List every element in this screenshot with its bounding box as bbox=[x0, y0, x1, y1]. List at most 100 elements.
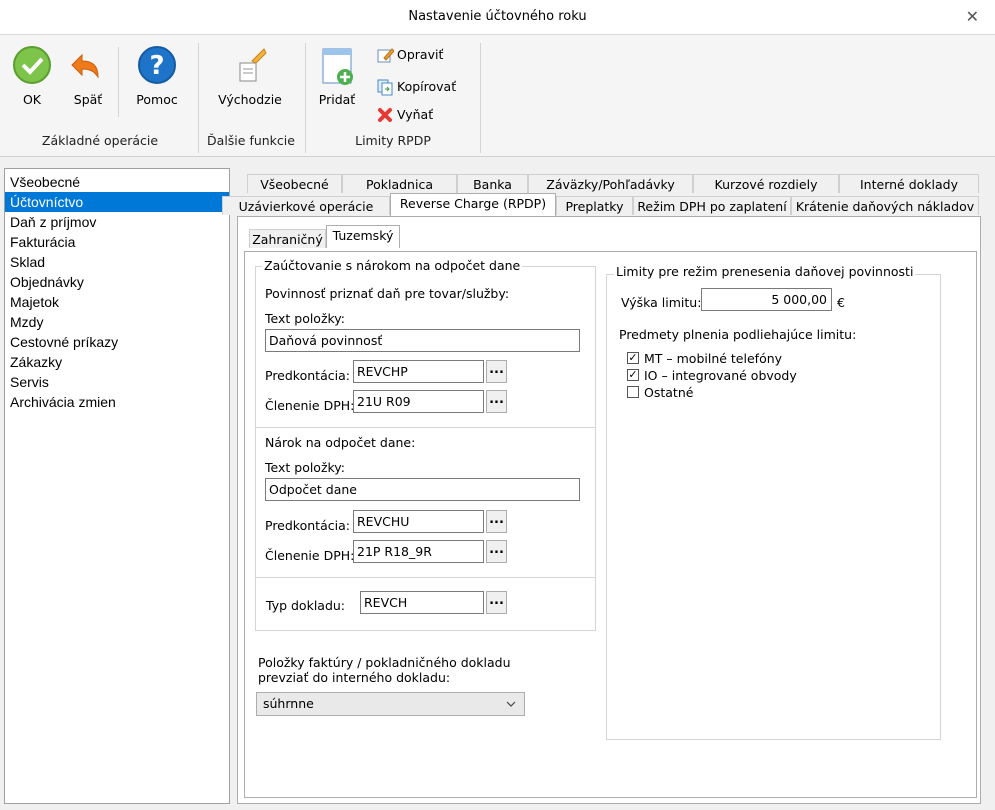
limit-label: Výška limitu: bbox=[621, 295, 702, 310]
edit-pencil-icon bbox=[377, 48, 394, 63]
tab-preplatky[interactable]: Preplatky bbox=[556, 196, 633, 215]
list-item-vseobecne[interactable]: Všeobecné bbox=[5, 172, 229, 192]
subtab-zahranicny[interactable]: Zahraničný bbox=[249, 229, 326, 248]
text-polozky-input-1[interactable]: Daňová povinnosť bbox=[265, 329, 580, 352]
back-label: Späť bbox=[73, 92, 103, 107]
separator bbox=[118, 47, 119, 117]
ribbon: OK Späť ? Pomoc Základné operácie Východ… bbox=[0, 35, 995, 157]
defaults-label: Východzie bbox=[218, 92, 282, 107]
ok-button[interactable]: OK bbox=[10, 45, 54, 107]
add-icon bbox=[322, 48, 353, 85]
invoice-items-label-line1: Položky faktúry / pokladničného dokladu bbox=[258, 655, 511, 670]
limit-input[interactable]: 5 000,00 bbox=[701, 288, 832, 311]
copy-icon bbox=[377, 79, 393, 96]
subjects-label: Predmety plnenia podliehajúce limitu: bbox=[619, 327, 857, 342]
limits-group bbox=[606, 274, 941, 740]
text-polozky-label: Text položky: bbox=[265, 460, 346, 475]
tab-banka[interactable]: Banka bbox=[457, 174, 528, 193]
clenenie-label: Členenie DPH: bbox=[265, 548, 355, 563]
predkontacia-input-2[interactable]: REVCHU bbox=[353, 510, 484, 533]
predkontacia-browse-button-2[interactable]: ... bbox=[486, 510, 507, 533]
limits-group-legend: Limity pre režim prenesenia daňovej povi… bbox=[614, 264, 916, 279]
edit-button[interactable]: Opraviť bbox=[376, 45, 443, 65]
group-label-basic: Základné operácie bbox=[41, 133, 159, 148]
text-polozky-input-2[interactable]: Odpočet dane bbox=[265, 478, 580, 501]
clenenie-input-2[interactable]: 21P R18_9R bbox=[353, 540, 484, 563]
typ-dokladu-browse-button[interactable]: ... bbox=[486, 591, 507, 614]
ok-label: OK bbox=[22, 92, 42, 107]
add-button[interactable]: Pridať bbox=[314, 45, 360, 107]
help-icon: ? bbox=[138, 46, 176, 84]
check-icon bbox=[13, 46, 51, 84]
clenenie-browse-button-2[interactable]: ... bbox=[486, 540, 507, 563]
checkbox-mt-label: MT – mobilné telefóny bbox=[644, 351, 783, 366]
separator bbox=[198, 43, 199, 153]
close-icon[interactable]: ✕ bbox=[966, 7, 979, 26]
help-button[interactable]: ? Pomoc bbox=[126, 45, 188, 107]
window-title: Nastavenie účtovného roku bbox=[408, 9, 587, 24]
clenenie-label: Členenie DPH: bbox=[265, 398, 355, 413]
text-polozky-label: Text položky: bbox=[265, 311, 346, 326]
typ-dokladu-input[interactable]: REVCH bbox=[360, 591, 484, 614]
tab-pokladnica[interactable]: Pokladnica bbox=[342, 174, 457, 193]
invoice-items-value: súhrnne bbox=[263, 696, 314, 711]
add-label: Pridať bbox=[318, 92, 356, 107]
list-item-uctovnictvo[interactable]: Účtovníctvo bbox=[5, 192, 229, 212]
help-label: Pomoc bbox=[136, 92, 178, 107]
tab-interne-doklady[interactable]: Interné doklady bbox=[839, 174, 979, 193]
tab-zavazky-pohladavky[interactable]: Záväzky/Pohľadávky bbox=[528, 174, 693, 193]
title-bar: Nastavenie účtovného roku ✕ bbox=[0, 0, 995, 35]
copy-button[interactable]: Kopírovať bbox=[376, 77, 456, 97]
tab-reverse-charge[interactable]: Reverse Charge (RPDP) bbox=[390, 193, 556, 216]
list-item-mzdy[interactable]: Mzdy bbox=[5, 312, 229, 332]
predkontacia-browse-button-1[interactable]: ... bbox=[486, 360, 507, 383]
undo-arrow-icon bbox=[71, 53, 99, 79]
divider bbox=[256, 427, 595, 428]
edit-label: Opraviť bbox=[397, 47, 444, 62]
currency-label: € bbox=[837, 295, 845, 310]
delete-x-icon bbox=[378, 108, 392, 122]
list-item-zakazky[interactable]: Zákazky bbox=[5, 352, 229, 372]
list-item-fakturacia[interactable]: Fakturácia bbox=[5, 232, 229, 252]
predkontacia-label: Predkontácia: bbox=[265, 368, 350, 383]
accounting-group-legend: Zaúčtovanie s nárokom na odpočet dane bbox=[262, 258, 523, 273]
list-item-dan-z-prijmov[interactable]: Daň z príjmov bbox=[5, 212, 229, 232]
divider bbox=[256, 577, 595, 578]
predkontacia-label: Predkontácia: bbox=[265, 518, 350, 533]
section-narok-title: Nárok na odpočet dane: bbox=[265, 435, 416, 450]
list-item-cestovne-prikazy[interactable]: Cestovné príkazy bbox=[5, 332, 229, 352]
category-list: Všeobecné Účtovníctvo Daň z príjmov Fakt… bbox=[4, 168, 230, 804]
predkontacia-input-1[interactable]: REVCHP bbox=[353, 360, 484, 383]
tab-kurzove-rozdiely[interactable]: Kurzové rozdiely bbox=[693, 174, 839, 193]
list-item-majetok[interactable]: Majetok bbox=[5, 292, 229, 312]
typ-dokladu-label: Typ dokladu: bbox=[266, 598, 346, 613]
tab-vseobecne[interactable]: Všeobecné bbox=[247, 174, 342, 193]
invoice-items-select[interactable]: súhrnne bbox=[256, 692, 525, 716]
separator bbox=[480, 43, 481, 153]
subtab-tuzemsky[interactable]: Tuzemský bbox=[326, 225, 400, 248]
list-item-archivacia-zmien[interactable]: Archivácia zmien bbox=[5, 392, 229, 412]
checkbox-mt[interactable]: ✓ bbox=[627, 352, 639, 364]
checkbox-io[interactable]: ✓ bbox=[627, 369, 639, 381]
group-label-more: Ďalšie funkcie bbox=[207, 133, 295, 148]
svg-text:?: ? bbox=[149, 51, 164, 81]
invoice-items-label-line2: prevziať do interného dokladu: bbox=[258, 670, 451, 685]
defaults-icon bbox=[239, 48, 267, 82]
back-button[interactable]: Späť bbox=[66, 45, 110, 107]
list-item-servis[interactable]: Servis bbox=[5, 372, 229, 392]
clenenie-browse-button-1[interactable]: ... bbox=[486, 390, 507, 413]
chevron-down-icon bbox=[506, 701, 516, 707]
checkbox-ostatne[interactable] bbox=[627, 386, 639, 398]
tab-uzavierkove-operacie[interactable]: Uzávierkové operácie bbox=[222, 196, 390, 215]
remove-button[interactable]: Vyňať bbox=[376, 105, 433, 125]
list-item-objednavky[interactable]: Objednávky bbox=[5, 272, 229, 292]
section-povinnost-title: Povinnosť priznať daň pre tovar/služby: bbox=[265, 286, 510, 301]
clenenie-input-1[interactable]: 21U R09 bbox=[353, 390, 484, 413]
tab-kratenie-nakladov[interactable]: Krátenie daňových nákladov bbox=[791, 196, 979, 215]
list-item-sklad[interactable]: Sklad bbox=[5, 252, 229, 272]
group-label-limits: Limity RPDP bbox=[355, 133, 431, 148]
copy-label: Kopírovať bbox=[397, 79, 457, 94]
defaults-button[interactable]: Východzie bbox=[210, 45, 290, 107]
tab-rezim-dph[interactable]: Režim DPH po zaplatení bbox=[633, 196, 791, 215]
checkbox-ostatne-label: Ostatné bbox=[644, 385, 694, 400]
